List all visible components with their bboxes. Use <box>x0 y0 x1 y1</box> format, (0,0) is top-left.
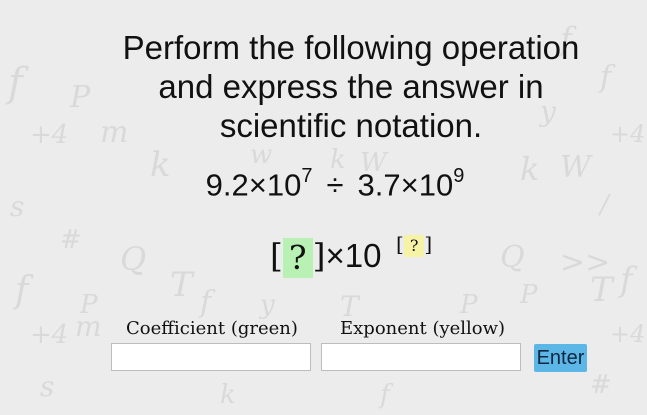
exponent-input[interactable] <box>321 343 521 371</box>
second-exponent: 9 <box>453 165 465 187</box>
coefficient-bracket-close: ] <box>312 236 326 275</box>
first-coefficient: 9.2 <box>205 167 249 203</box>
coefficient-label: Coefficient (green) <box>126 318 298 339</box>
second-base: ×10 <box>400 167 454 203</box>
question-text: Perform the following operation and expr… <box>0 28 647 145</box>
division-operator: ÷ <box>326 167 344 203</box>
second-coefficient: 3.7 <box>357 167 401 203</box>
coefficient-input[interactable] <box>111 343 311 371</box>
coefficient-bracket-open: [ <box>270 236 283 275</box>
exponent-template: [?] <box>396 232 432 257</box>
exponent-bracket-close: ] <box>424 232 433 256</box>
exponent-label: Exponent (yellow) <box>340 318 506 339</box>
answer-base: ×10 <box>325 237 382 274</box>
coefficient-placeholder: ? <box>282 238 313 279</box>
exponent-placeholder: ? <box>403 235 425 257</box>
question-line-3: scientific notation. <box>219 107 483 144</box>
answer-template: [?]×10 <box>270 236 382 279</box>
enter-button[interactable]: Enter <box>534 344 587 372</box>
math-expression: 9.2×107 ÷ 3.7×109 <box>0 165 647 203</box>
question-line-1: Perform the following operation <box>122 29 580 66</box>
exponent-bracket-open: [ <box>396 232 404 256</box>
first-base: ×10 <box>248 167 302 203</box>
question-line-2: and express the answer in <box>158 68 544 105</box>
first-exponent: 7 <box>301 165 313 187</box>
